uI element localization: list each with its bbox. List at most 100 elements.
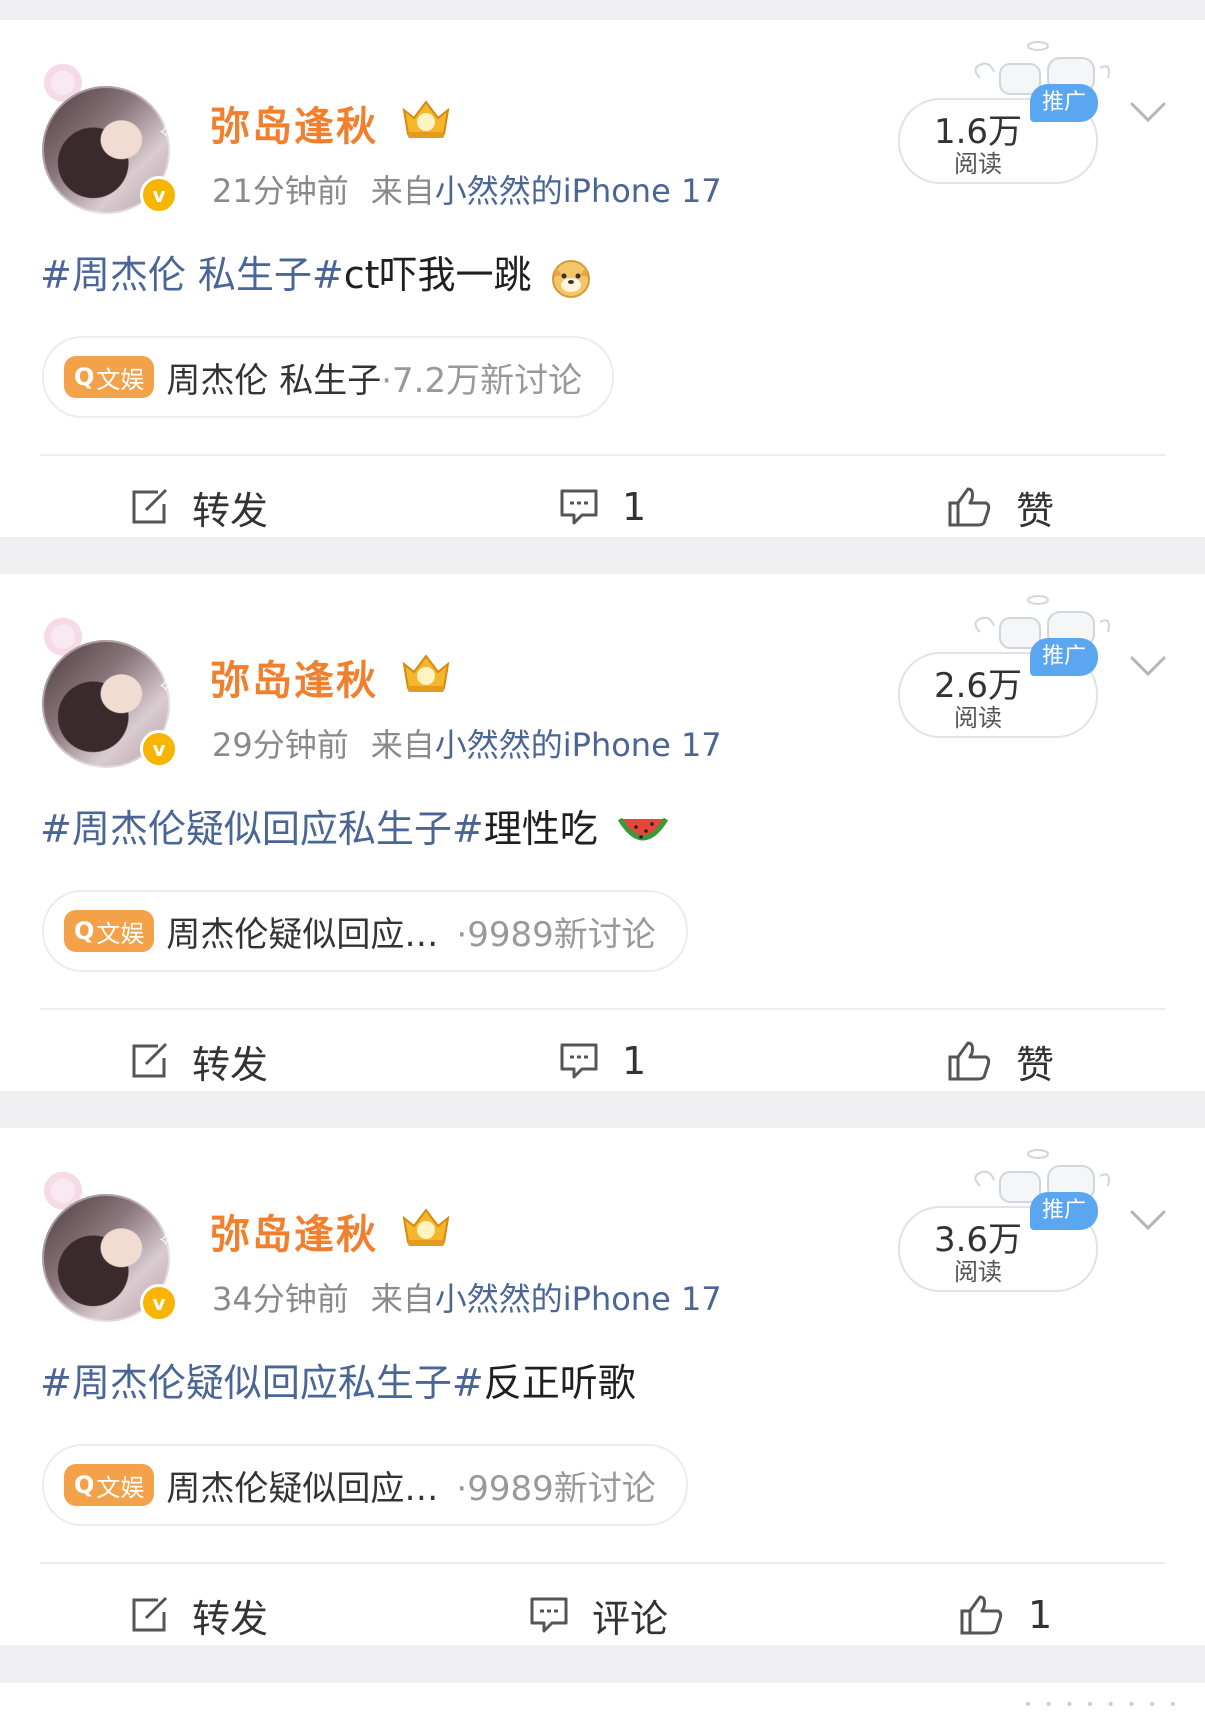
chevron-down-icon[interactable] [1128,652,1168,682]
repost-button[interactable]: 转发 [128,482,269,533]
doge-emoji-icon [551,259,590,298]
post-time: 29分钟前 [212,726,349,764]
promo-badge: 推广 [1030,638,1098,676]
like-button[interactable]: 赞 [946,1036,1055,1087]
sparkle-icon: ✧ [158,122,174,143]
topic-count: ·9989新讨论 [456,914,656,955]
post-body: 反正听歌 [483,1361,636,1405]
repost-icon [132,1042,168,1078]
hashtag-link[interactable]: #周杰伦疑似回应私生子# [40,807,484,851]
topic-chip[interactable]: Q 文娱 周杰伦疑似回应… ·9989新讨论 [42,890,688,972]
chevron-down-icon[interactable] [1128,1206,1168,1236]
repost-icon [132,1596,168,1632]
post-time: 34分钟前 [212,1280,349,1318]
avatar-container[interactable]: ✧ v [40,616,180,776]
divider [40,1008,1165,1010]
verified-badge-icon: v [140,730,178,768]
comment-label: 评论 [592,1596,669,1641]
search-icon: Q [74,1471,95,1499]
device-source[interactable]: 小然然的iPhone 17 [435,172,722,210]
comment-icon [560,1043,598,1079]
post-meta: 34分钟前 来自小然然的iPhone 17 [212,1274,722,1320]
reads-label: 阅读 [954,150,1002,178]
repost-icon [132,488,168,524]
post-card[interactable]: ✧ v 弥岛逢秋 34分钟前 来自小然然的iPhone 17 3.6万 阅读 推广 [0,1128,1205,1645]
post-meta: 29分钟前 来自小然然的iPhone 17 [212,720,722,766]
sparkle-icon: ✧ [158,1230,174,1251]
post-text: #周杰伦疑似回应私生子#反正听歌 [40,1352,636,1407]
like-count: 1 [1028,1593,1053,1637]
watermark-dots-icon: • • • • • • • • [1023,1697,1181,1713]
comment-icon [560,489,598,525]
repost-label: 转发 [192,488,269,533]
post-text: #周杰伦 私生子#ct吓我一跳 [40,244,592,299]
post-card[interactable]: ✧ v 弥岛逢秋 29分钟前 来自小然然的iPhone 17 2.6万 阅读 推广 [0,574,1205,1091]
reads-label: 阅读 [954,704,1002,732]
hashtag-link[interactable]: #周杰伦疑似回应私生子# [40,1361,484,1405]
search-icon: Q [74,363,95,391]
like-button[interactable]: 1 [958,1590,1052,1640]
comment-button[interactable]: 评论 [528,1590,669,1641]
promo-badge: 推广 [1030,1192,1098,1230]
post-text: #周杰伦疑似回应私生子#理性吃 [40,798,670,853]
hashtag-link[interactable]: #周杰伦 私生子# [40,253,344,297]
topic-category-tag: Q 文娱 [64,356,155,398]
thumbs-up-icon [948,487,991,527]
thumbs-up-icon [948,1041,991,1081]
topic-count: ·7.2万新讨论 [381,360,583,401]
comment-button[interactable]: 1 [558,482,646,532]
promo-badge: 推广 [1030,84,1098,122]
repost-label: 转发 [192,1042,269,1087]
repost-label: 转发 [192,1596,269,1641]
topic-chip[interactable]: Q 文娱 周杰伦 私生子 ·7.2万新讨论 [42,336,615,418]
vip-crown-icon [402,1208,450,1246]
topic-name: 周杰伦疑似回应… [166,914,439,955]
vip-crown-icon [402,100,450,138]
device-source[interactable]: 小然然的iPhone 17 [435,1280,722,1318]
like-label: 赞 [1016,488,1055,533]
username[interactable]: 弥岛逢秋 [210,1202,378,1260]
topic-category-label: 文娱 [96,365,145,394]
search-icon: Q [74,917,95,945]
divider [40,454,1165,456]
source-prefix: 来自 [370,1280,435,1318]
avatar-container[interactable]: ✧ v [40,62,180,222]
topic-category-tag: Q 文娱 [64,1464,155,1506]
chevron-down-icon[interactable] [1128,98,1168,128]
repost-button[interactable]: 转发 [128,1590,269,1641]
divider [40,1562,1165,1564]
post-body: 理性吃 [483,807,598,851]
topic-category-label: 文娱 [96,1473,145,1502]
reads-label: 阅读 [954,1258,1002,1286]
comment-button[interactable]: 1 [558,1036,646,1086]
username[interactable]: 弥岛逢秋 [210,94,378,152]
like-label: 赞 [1016,1042,1055,1087]
thumbs-up-icon [960,1595,1003,1635]
vip-crown-icon [402,654,450,692]
username[interactable]: 弥岛逢秋 [210,648,378,706]
comment-count: 1 [622,1039,647,1083]
avatar-container[interactable]: ✧ v [40,1170,180,1330]
repost-button[interactable]: 转发 [128,1036,269,1087]
topic-category-label: 文娱 [96,919,145,948]
device-source[interactable]: 小然然的iPhone 17 [435,726,722,764]
next-post-peek: • • • • • • • • [0,1683,1205,1721]
topic-name: 周杰伦疑似回应… [166,1468,439,1509]
post-card[interactable]: ✧ v 弥岛逢秋 21分钟前 来自小然然的iPhone 17 1.6万 阅读 推广 [0,20,1205,537]
topic-name: 周杰伦 私生子 [166,360,382,401]
comment-count: 1 [622,485,647,529]
post-meta: 21分钟前 来自小然然的iPhone 17 [212,166,722,212]
verified-badge-icon: v [140,1284,178,1322]
topic-count: ·9989新讨论 [456,1468,656,1509]
like-button[interactable]: 赞 [946,482,1055,533]
verified-badge-icon: v [140,176,178,214]
watermelon-emoji-icon [617,817,668,840]
source-prefix: 来自 [370,726,435,764]
topic-category-tag: Q 文娱 [64,910,155,952]
source-prefix: 来自 [370,172,435,210]
topic-chip[interactable]: Q 文娱 周杰伦疑似回应… ·9989新讨论 [42,1444,688,1526]
post-body: ct吓我一跳 [343,253,532,297]
post-time: 21分钟前 [212,172,349,210]
comment-icon [530,1597,568,1633]
sparkle-icon: ✧ [158,676,174,697]
